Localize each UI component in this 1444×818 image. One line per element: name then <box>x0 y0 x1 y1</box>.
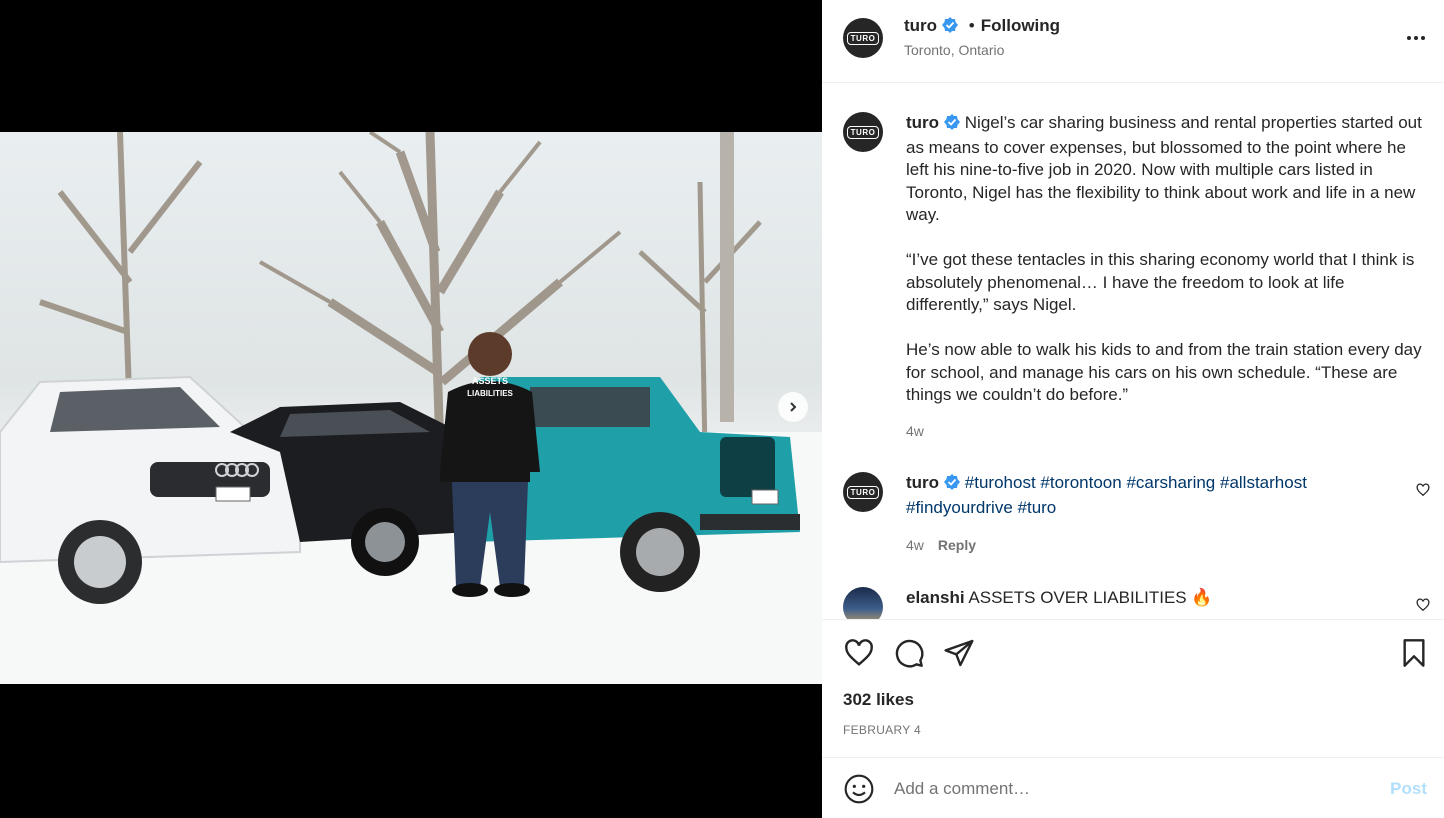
share-button[interactable] <box>943 637 975 674</box>
header-avatar[interactable]: TURO <box>843 18 883 58</box>
post-panel: TURO turo • Following Toronto, Ontario TU… <box>822 0 1444 818</box>
save-button[interactable] <box>1398 637 1430 674</box>
add-comment-bar: Post <box>822 757 1444 818</box>
emoji-icon <box>844 774 874 804</box>
like-comment-button[interactable] <box>1416 483 1430 502</box>
comment-meta: 4w Reply <box>906 537 976 553</box>
header-username[interactable]: turo <box>904 16 937 35</box>
turo-logo: TURO <box>846 31 880 45</box>
likes-count[interactable]: 302 likes <box>843 690 914 710</box>
verified-badge-icon <box>942 17 959 38</box>
header-title: turo • Following <box>904 16 1060 38</box>
post-media: ASSETS LIABILITIES <box>0 0 822 818</box>
heart-icon <box>1416 598 1430 612</box>
post-actions: 302 likes FEBRUARY 4 <box>822 619 1444 758</box>
hashtag-link[interactable]: #carsharing <box>1126 473 1215 492</box>
comment-hashtags: turo #turohost #torontoon #carsharing #a… <box>906 472 1386 519</box>
photo-scene: ASSETS LIABILITIES <box>0 132 822 684</box>
turo-logo: TURO <box>846 485 880 499</box>
emoji-button[interactable] <box>843 773 875 810</box>
hashtag-link[interactable]: #turohost <box>965 473 1036 492</box>
header-separator: • <box>968 16 975 35</box>
chevron-right-icon <box>790 402 797 412</box>
caption: turo Nigel’s car sharing business and re… <box>906 112 1431 429</box>
turo-logo: TURO <box>846 125 880 139</box>
commenter-username[interactable]: elanshi <box>906 588 965 607</box>
hashtag-link[interactable]: #turo <box>1018 498 1057 517</box>
comment-input[interactable] <box>892 775 1356 803</box>
comment-icon <box>895 639 924 668</box>
hashtag-link[interactable]: #findyourdrive <box>906 498 1013 517</box>
comments-list[interactable]: TURO turo Nigel’s car sharing business a… <box>822 83 1444 619</box>
caption-time[interactable]: 4w <box>906 423 924 439</box>
verified-badge-icon <box>944 474 961 497</box>
post-header: TURO turo • Following Toronto, Ontario <box>822 0 1444 83</box>
comment-avatar[interactable]: TURO <box>843 472 883 512</box>
verified-badge-icon <box>944 114 961 137</box>
shirt-text-bottom: LIABILITIES <box>467 389 513 398</box>
comment-username[interactable]: turo <box>906 473 939 492</box>
next-photo-button[interactable] <box>778 392 808 422</box>
header-location[interactable]: Toronto, Ontario <box>904 42 1004 58</box>
more-options-button[interactable] <box>1406 26 1426 55</box>
following-button[interactable]: Following <box>981 16 1060 35</box>
like-button[interactable] <box>843 637 875 674</box>
post-comment-button[interactable]: Post <box>1390 779 1427 799</box>
caption-paragraph-1: Nigel’s car sharing business and rental … <box>906 113 1422 224</box>
post-date[interactable]: FEBRUARY 4 <box>843 723 921 737</box>
shirt-text-top: ASSETS <box>472 376 508 386</box>
commenter-avatar[interactable] <box>843 587 883 619</box>
comment-text: ASSETS OVER LIABILITIES 🔥 <box>968 588 1213 607</box>
lamp-post <box>720 132 734 422</box>
post-photo[interactable]: ASSETS LIABILITIES <box>0 132 822 684</box>
hashtag-link[interactable]: #torontoon <box>1040 473 1121 492</box>
share-icon <box>944 639 974 667</box>
caption-username[interactable]: turo <box>906 113 939 132</box>
hashtag-link[interactable]: #allstarhost <box>1220 473 1307 492</box>
caption-paragraph-3: He’s now able to walk his kids to and fr… <box>906 340 1422 404</box>
heart-icon <box>1416 483 1430 497</box>
comment-button[interactable] <box>893 637 925 674</box>
caption-avatar[interactable]: TURO <box>843 112 883 152</box>
reply-button[interactable]: Reply <box>938 537 976 553</box>
heart-icon <box>845 639 873 666</box>
more-options-icon <box>1407 36 1425 40</box>
comment-elanshi: elanshi ASSETS OVER LIABILITIES 🔥 <box>906 587 1386 610</box>
comment-time[interactable]: 4w <box>906 537 924 553</box>
like-comment-button[interactable] <box>1416 598 1430 617</box>
bookmark-icon <box>1403 639 1425 667</box>
caption-paragraph-2: “I’ve got these tentacles in this sharin… <box>906 250 1415 314</box>
